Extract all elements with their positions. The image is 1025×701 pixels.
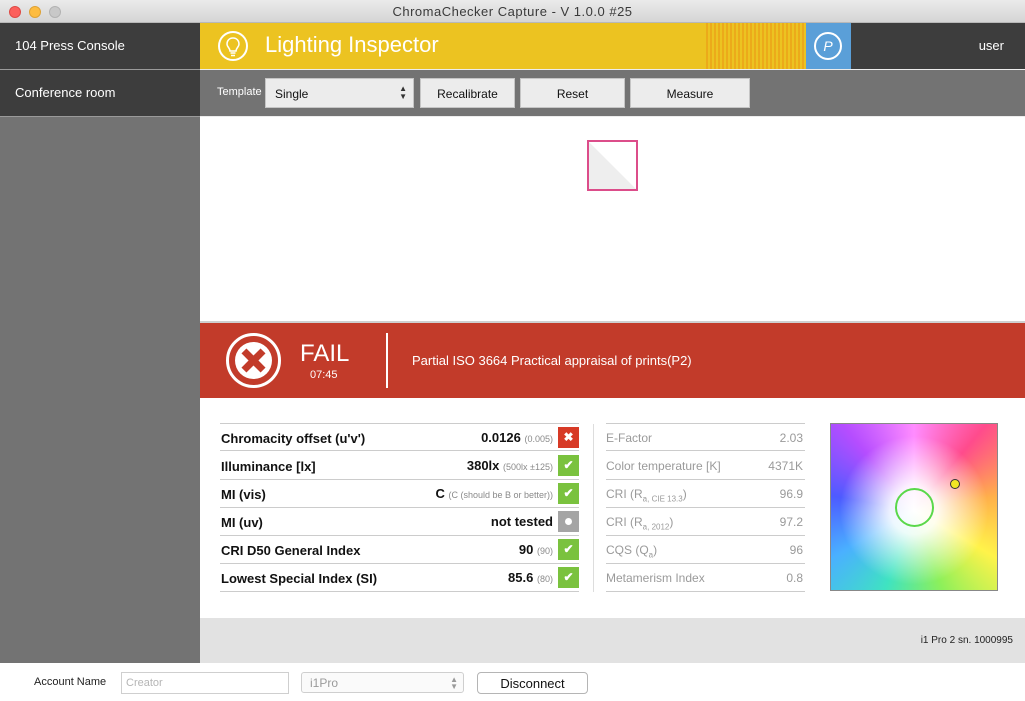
metric-row-e-factor: E-Factor 2.03 bbox=[606, 423, 805, 451]
result-value: 0.0126 (0.005) bbox=[481, 430, 553, 445]
metric-value: 0.8 bbox=[786, 571, 803, 585]
metric-value: 96.9 bbox=[779, 487, 803, 501]
sidebar-item-label: 104 Press Console bbox=[15, 38, 125, 53]
result-label: Chromacity offset (u'v') bbox=[221, 431, 366, 446]
template-select[interactable]: Single ▲ ▼ bbox=[265, 78, 414, 108]
header-banner: Lighting Inspector bbox=[200, 23, 806, 69]
pass-check-icon: ✔ bbox=[558, 567, 579, 588]
metric-row-cqs: CQS (Qa) 96 bbox=[606, 536, 805, 564]
metric-label: Metamerism Index bbox=[606, 571, 705, 585]
select-arrows-icon: ▲ ▼ bbox=[399, 84, 407, 101]
chromaticity-diagram bbox=[830, 423, 998, 591]
result-row-mi-uv: MI (uv) not tested bbox=[220, 508, 579, 536]
result-value: 85.6 (80) bbox=[508, 570, 553, 585]
disconnect-button[interactable]: Disconnect bbox=[477, 672, 588, 694]
metric-row-cri-2012: CRI (Ra, 2012) 97.2 bbox=[606, 508, 805, 536]
result-banner: FAIL 07:45 Partial ISO 3664 Practical ap… bbox=[200, 323, 1025, 398]
metric-label: E-Factor bbox=[606, 431, 653, 445]
sidebar-item-label: Conference room bbox=[15, 85, 116, 100]
header: Lighting Inspector P user bbox=[200, 23, 1025, 69]
result-row-mi-vis: MI (vis) C (C (should be B or better)) ✔ bbox=[220, 480, 579, 508]
fail-x-icon bbox=[226, 333, 281, 388]
target-ring bbox=[895, 488, 934, 527]
result-description: Partial ISO 3664 Practical appraisal of … bbox=[412, 353, 692, 368]
result-value: 380lx (500lx ±125) bbox=[466, 458, 553, 473]
template-label: Template bbox=[217, 86, 262, 98]
sidebar-divider bbox=[0, 116, 200, 117]
result-label: MI (uv) bbox=[221, 515, 263, 530]
fail-badge-icon: ✖ bbox=[558, 427, 579, 448]
toolbar: Template Single ▲ ▼ Recalibrate Reset Mea… bbox=[200, 70, 1025, 116]
user-area[interactable]: user bbox=[851, 23, 1025, 69]
metric-value: 97.2 bbox=[779, 515, 803, 529]
footer-bar: Account Name Creator i1Pro ▲ ▼ Disconnect bbox=[0, 663, 1025, 701]
template-select-value: Single bbox=[275, 87, 309, 101]
swatch-highlight bbox=[589, 142, 636, 189]
metric-row-cri-cie: CRI (Ra, CIE 13.3) 96.9 bbox=[606, 480, 805, 508]
metric-value: 2.03 bbox=[779, 431, 803, 445]
result-value: not tested bbox=[490, 514, 553, 529]
account-name-label: Account Name bbox=[34, 676, 107, 688]
metric-row-metamerism: Metamerism Index 0.8 bbox=[606, 564, 805, 592]
pass-check-icon: ✔ bbox=[558, 483, 579, 504]
result-value: C (C (should be B or better)) bbox=[435, 486, 553, 501]
app-window: ChromaChecker Capture - V 1.0.0 #25 104 … bbox=[0, 0, 1025, 701]
result-value: 90 (90) bbox=[518, 542, 553, 557]
user-name: user bbox=[978, 38, 1004, 53]
title-bar: ChromaChecker Capture - V 1.0.0 #25 bbox=[0, 0, 1025, 23]
results-panel: Chromacity offset (u'v') 0.0126 (0.005) … bbox=[200, 398, 1025, 618]
sidebar-item-press-console[interactable]: 104 Press Console bbox=[0, 23, 200, 69]
result-label: Lowest Special Index (SI) bbox=[221, 571, 378, 586]
result-row-illuminance: Illuminance [lx] 380lx (500lx ±125) ✔ bbox=[220, 452, 579, 480]
metric-row-color-temperature: Color temperature [K] 4371K bbox=[606, 452, 805, 480]
result-row-lowest-si: Lowest Special Index (SI) 85.6 (80) ✔ bbox=[220, 564, 579, 592]
measured-point bbox=[950, 479, 960, 489]
result-label: CRI D50 General Index bbox=[221, 543, 361, 558]
sidebar-item-conference-room[interactable]: Conference room bbox=[0, 70, 200, 116]
pp-logo-icon: P bbox=[814, 32, 842, 60]
result-time: 07:45 bbox=[310, 369, 338, 381]
account-name-input[interactable]: Creator bbox=[121, 672, 289, 694]
metric-label: CRI (Ra, 2012) bbox=[606, 515, 674, 532]
result-row-cri-d50: CRI D50 General Index 90 (90) ✔ bbox=[220, 536, 579, 564]
measurement-swatch bbox=[587, 140, 638, 191]
banner-divider bbox=[386, 333, 388, 388]
metric-value: 4371K bbox=[768, 459, 803, 473]
pass-check-icon: ✔ bbox=[558, 455, 579, 476]
lightbulb-icon bbox=[218, 31, 248, 61]
header-stripes bbox=[706, 23, 806, 69]
reset-button[interactable]: Reset bbox=[520, 78, 625, 108]
device-select-value: i1Pro bbox=[310, 676, 339, 690]
result-label: Illuminance [lx] bbox=[221, 459, 316, 474]
result-row-chromacity: Chromacity offset (u'v') 0.0126 (0.005) … bbox=[220, 423, 579, 451]
metric-label: Color temperature [K] bbox=[606, 459, 721, 473]
logo-tile[interactable]: P bbox=[806, 23, 851, 69]
pass-check-icon: ✔ bbox=[558, 539, 579, 560]
measurement-preview bbox=[200, 117, 1025, 321]
sidebar: 104 Press Console Conference room bbox=[0, 23, 200, 663]
result-status: FAIL bbox=[300, 340, 350, 367]
measure-button[interactable]: Measure bbox=[630, 78, 750, 108]
recalibrate-button[interactable]: Recalibrate bbox=[420, 78, 515, 108]
status-strip: i1 Pro 2 sn. 1000995 bbox=[200, 618, 1025, 663]
results-divider bbox=[593, 424, 594, 592]
device-serial: i1 Pro 2 sn. 1000995 bbox=[920, 635, 1013, 646]
metric-label: CQS (Qa) bbox=[606, 543, 658, 560]
not-tested-dot-icon bbox=[558, 511, 579, 532]
page-title: Lighting Inspector bbox=[265, 32, 439, 57]
device-select[interactable]: i1Pro ▲ ▼ bbox=[301, 672, 464, 693]
select-arrows-icon: ▲ ▼ bbox=[450, 675, 458, 691]
metric-value: 96 bbox=[789, 543, 803, 557]
window-title: ChromaChecker Capture - V 1.0.0 #25 bbox=[392, 4, 633, 19]
result-label: MI (vis) bbox=[221, 487, 266, 502]
metric-label: CRI (Ra, CIE 13.3) bbox=[606, 487, 687, 504]
